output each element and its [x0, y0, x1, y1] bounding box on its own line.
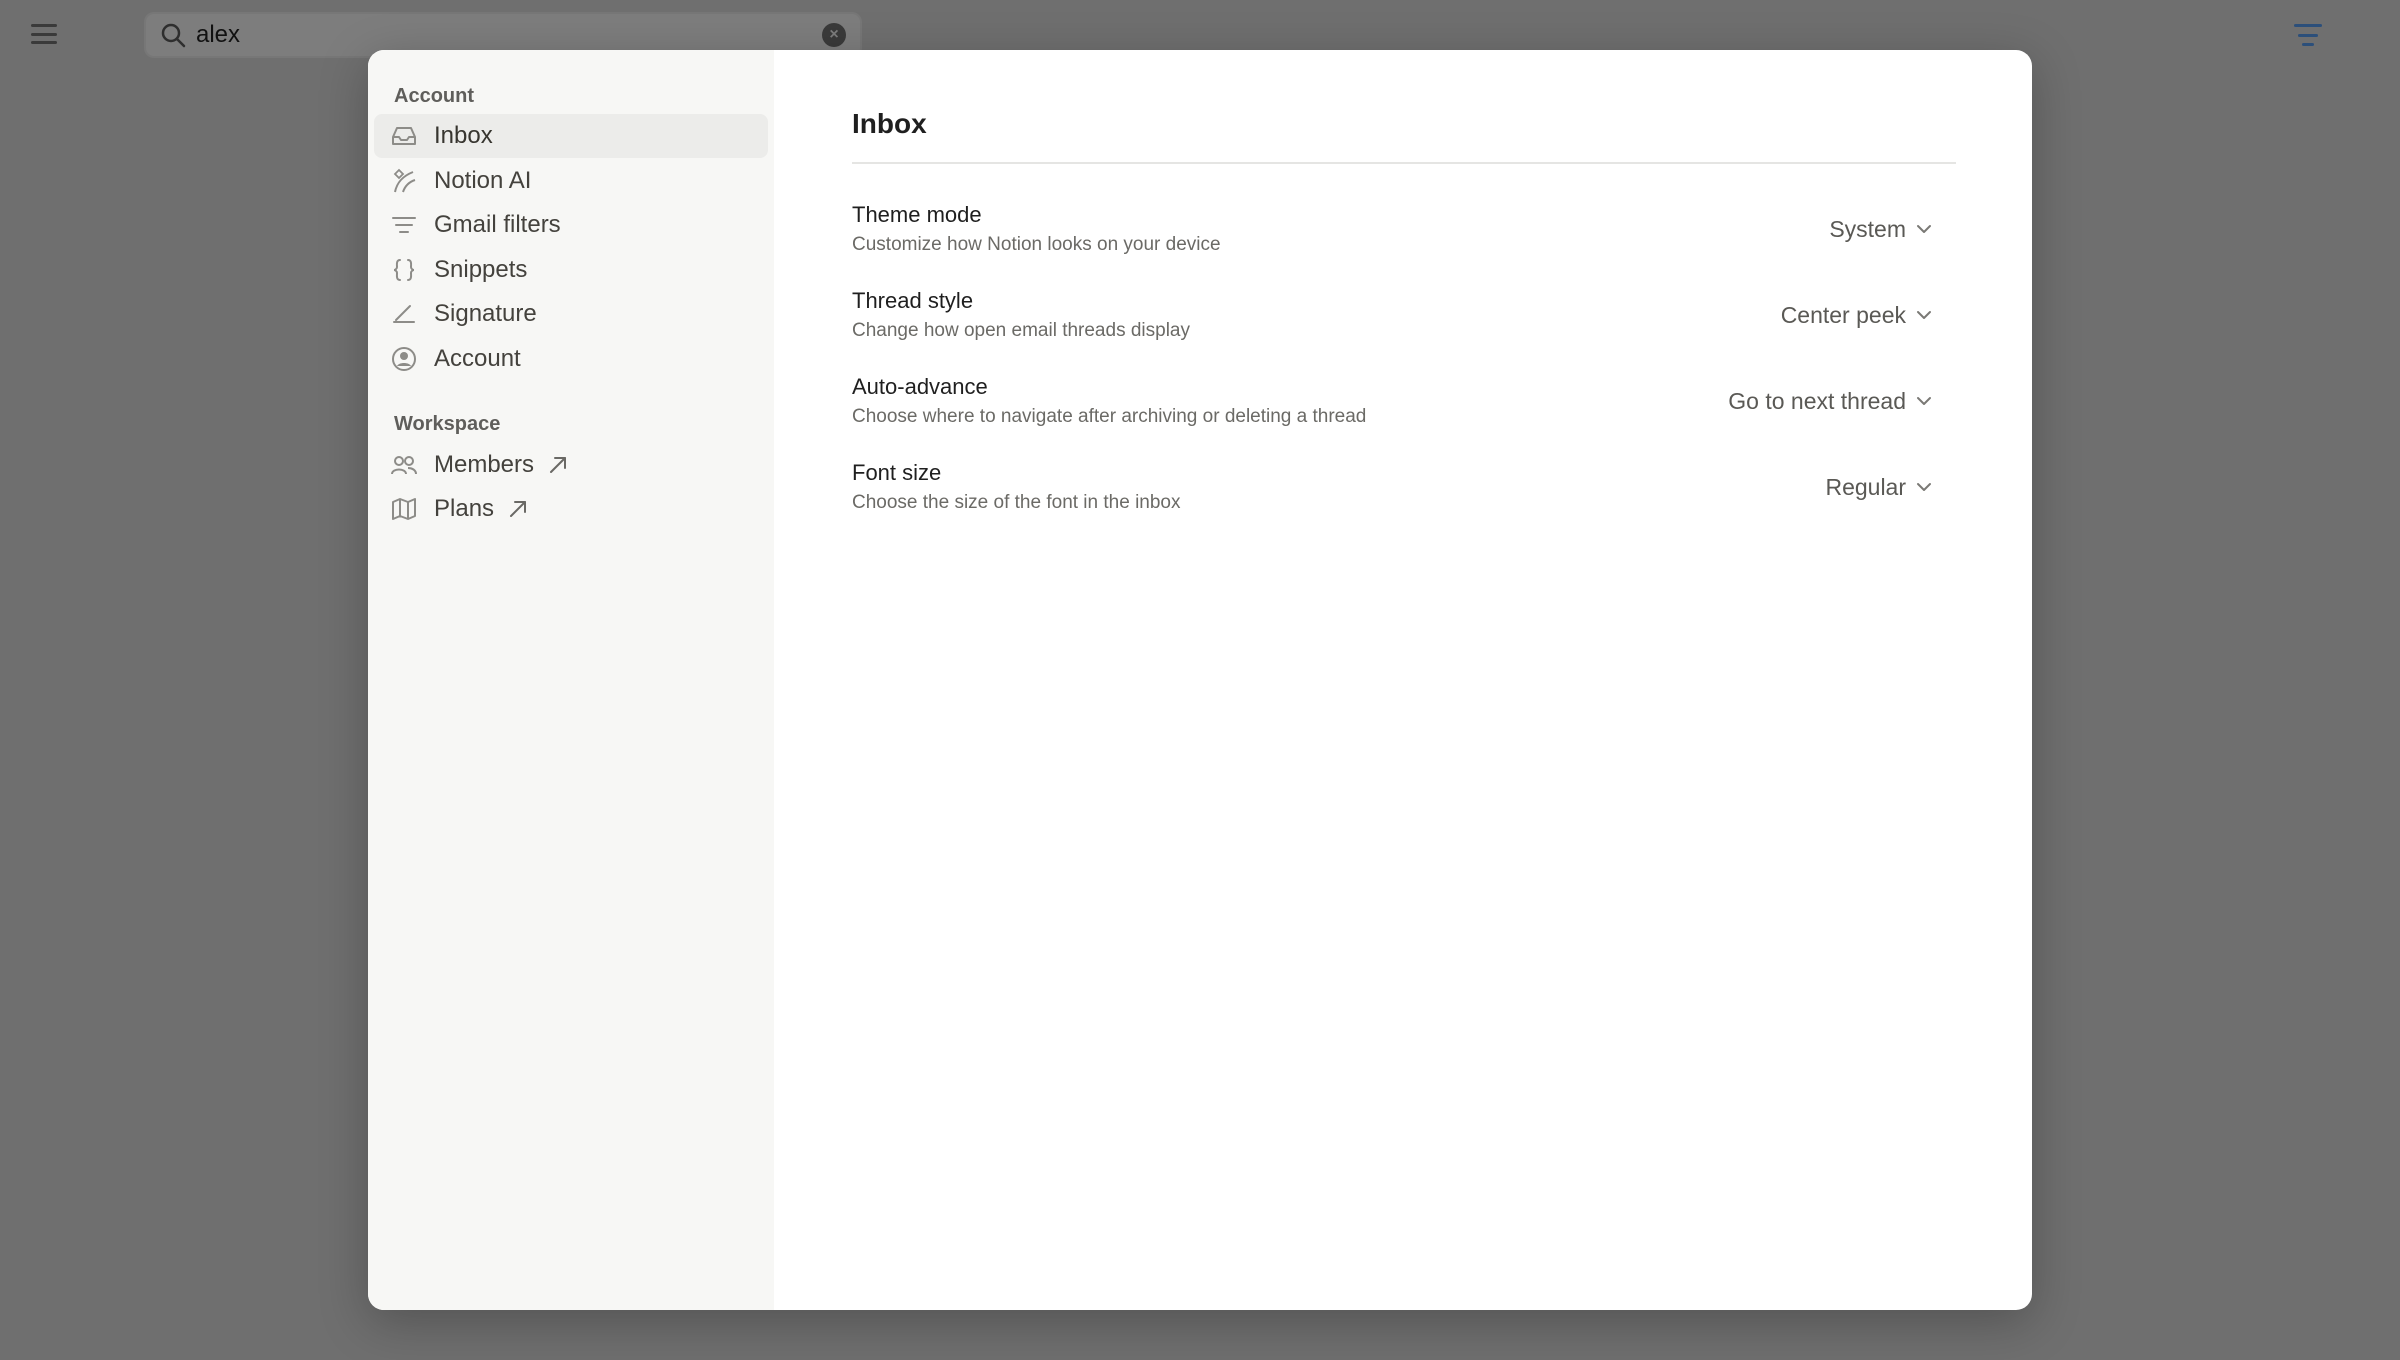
user-circle-icon	[390, 345, 418, 373]
setting-row-thread-style: Thread style Change how open email threa…	[852, 272, 1956, 358]
chevron-down-icon	[1917, 225, 1931, 233]
braces-icon	[390, 256, 418, 284]
workspace-section-label: Workspace	[394, 413, 501, 435]
divider	[852, 162, 1956, 164]
sidebar-item-inbox[interactable]: Inbox	[374, 114, 768, 158]
settings-modal: Account Inbox Notion AI Gmail filters Sn…	[368, 50, 2032, 1310]
setting-row-theme-mode: Theme mode Customize how Notion looks on…	[852, 186, 1956, 272]
filter-icon[interactable]	[2294, 24, 2322, 46]
filter-lines-icon	[390, 211, 418, 239]
dropdown-value: System	[1829, 215, 1906, 242]
setting-title: Font size	[852, 460, 942, 485]
dropdown-value: Regular	[1825, 473, 1906, 500]
sidebar-item-label: Members	[434, 450, 535, 478]
sidebar-item-gmail-filters[interactable]: Gmail filters	[374, 203, 768, 247]
theme-mode-dropdown[interactable]: System	[1829, 216, 1956, 243]
settings-sidebar: Account Inbox Notion AI Gmail filters Sn…	[368, 50, 774, 1310]
map-icon	[390, 495, 418, 523]
setting-description: Choose where to navigate after archiving…	[852, 406, 1367, 427]
setting-row-font-size: Font size Choose the size of the font in…	[852, 444, 1956, 530]
signature-icon	[390, 300, 418, 328]
account-section-label: Account	[394, 84, 474, 107]
auto-advance-dropdown[interactable]: Go to next thread	[1728, 388, 1956, 415]
search-input[interactable]	[196, 21, 822, 49]
setting-title: Auto-advance	[852, 374, 988, 399]
setting-description: Choose the size of the font in the inbox	[852, 492, 1181, 513]
setting-row-auto-advance: Auto-advance Choose where to navigate af…	[852, 358, 1956, 444]
setting-title: Theme mode	[852, 202, 982, 227]
sidebar-item-account[interactable]: Account	[374, 337, 768, 381]
sidebar-item-label: Snippets	[434, 255, 528, 283]
chevron-down-icon	[1917, 311, 1931, 319]
thread-style-dropdown[interactable]: Center peek	[1781, 302, 1956, 329]
sidebar-item-label: Account	[434, 344, 521, 372]
sidebar-item-label: Inbox	[434, 122, 493, 149]
sidebar-item-plans[interactable]: Plans	[374, 487, 768, 531]
setting-description: Customize how Notion looks on your devic…	[852, 234, 1221, 255]
external-link-icon	[508, 499, 528, 519]
sidebar-item-label: Plans	[434, 495, 495, 522]
search-icon	[161, 23, 186, 48]
page-title: Inbox	[852, 108, 927, 139]
dropdown-value: Go to next thread	[1728, 387, 1906, 414]
people-icon	[390, 451, 418, 479]
dropdown-value: Center peek	[1780, 301, 1906, 328]
sidebar-item-label: Signature	[434, 300, 537, 327]
sidebar-item-snippets[interactable]: Snippets	[374, 248, 768, 292]
font-size-dropdown[interactable]: Regular	[1825, 474, 1956, 501]
sidebar-item-members[interactable]: Members	[374, 443, 768, 487]
clear-search-icon[interactable]: ×	[822, 23, 846, 47]
menu-icon[interactable]	[28, 20, 60, 48]
chevron-down-icon	[1917, 483, 1931, 491]
external-link-icon	[548, 455, 568, 475]
settings-content: Inbox Theme mode Customize how Notion lo…	[774, 50, 2032, 1310]
setting-title: Thread style	[852, 288, 974, 313]
inbox-icon	[390, 122, 418, 150]
setting-description: Change how open email threads display	[852, 320, 1190, 341]
chevron-down-icon	[1917, 397, 1931, 405]
sidebar-item-signature[interactable]: Signature	[374, 292, 768, 336]
notion-ai-icon	[390, 167, 418, 195]
sidebar-item-label: Notion AI	[434, 166, 532, 194]
sidebar-item-notion-ai[interactable]: Notion AI	[374, 159, 768, 203]
sidebar-item-label: Gmail filters	[434, 211, 561, 238]
